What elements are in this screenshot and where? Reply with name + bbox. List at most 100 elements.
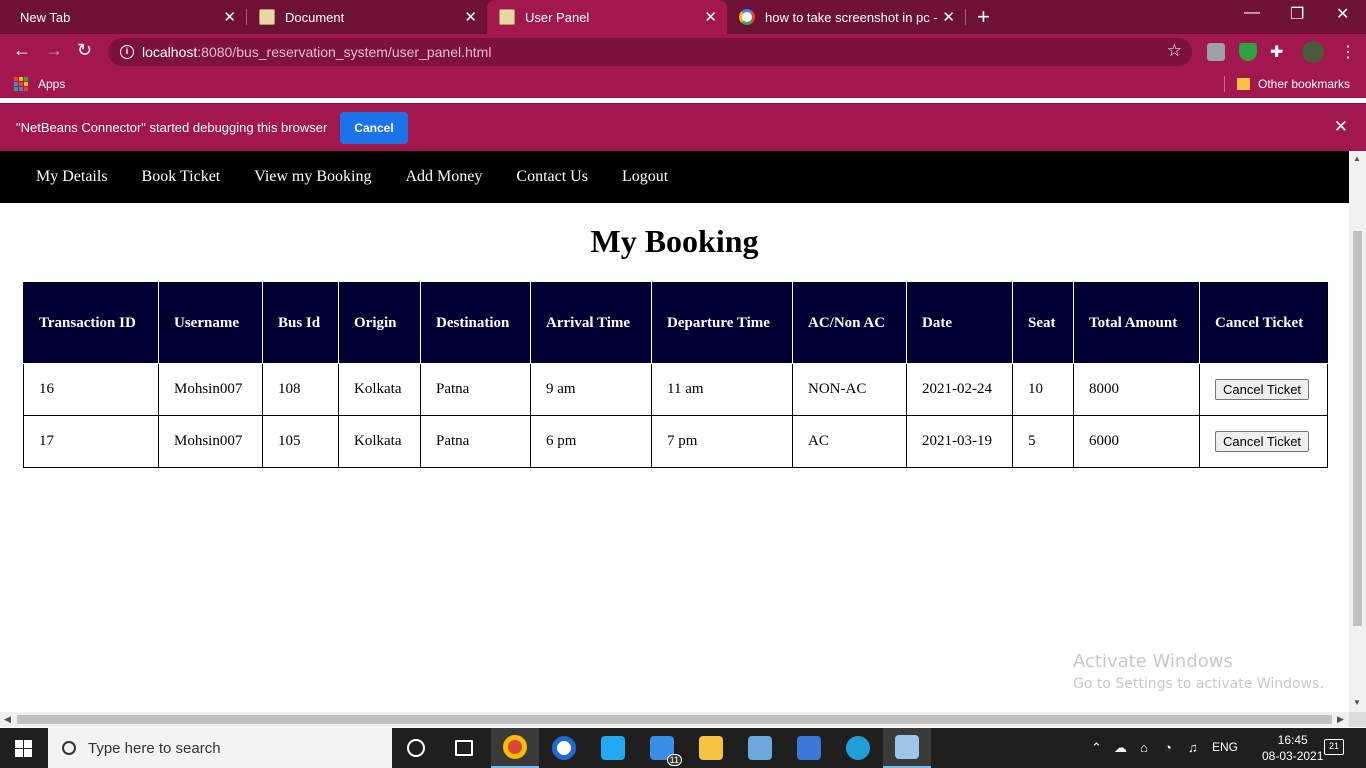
clock[interactable]: 16:45 08-03-2021 bbox=[1262, 732, 1323, 764]
search-placeholder: Type here to search bbox=[88, 739, 221, 757]
tab-divider bbox=[965, 9, 966, 25]
column-header: Date bbox=[906, 282, 1013, 364]
close-icon[interactable]: ✕ bbox=[942, 8, 955, 26]
close-icon[interactable]: ✕ bbox=[704, 8, 717, 26]
scroll-up-icon[interactable]: ▲ bbox=[1353, 154, 1361, 163]
restore-icon[interactable]: ❐ bbox=[1290, 4, 1304, 24]
arrival-time-cell: 6 pm bbox=[530, 415, 652, 468]
wifi-icon[interactable]: ◔ bbox=[1164, 740, 1172, 755]
menu-dots-icon[interactable]: ⋮ bbox=[1340, 42, 1356, 62]
bookmark-apps[interactable]: Apps bbox=[38, 77, 65, 91]
infobar-close-icon[interactable]: ✕ bbox=[1334, 117, 1348, 137]
task-view-icon[interactable] bbox=[440, 728, 488, 768]
bookmark-star-icon[interactable]: ☆ bbox=[1167, 41, 1182, 61]
extensions-puzzle-icon[interactable]: ✚ bbox=[1270, 42, 1283, 62]
table-header-row: Transaction ID Username Bus Id Origin De… bbox=[23, 282, 1328, 364]
cancel-ticket-button[interactable]: Cancel Ticket bbox=[1215, 431, 1310, 452]
language-indicator[interactable]: ENG bbox=[1212, 740, 1238, 754]
notification-icon[interactable]: 21 bbox=[1324, 739, 1344, 755]
windows-taskbar: Type here to search 11 ⌃ ☁ ⌂ ◔ ♫ ENG 16:… bbox=[0, 728, 1366, 768]
seat-cell: 5 bbox=[1012, 415, 1074, 468]
scroll-right-icon[interactable]: ▶ bbox=[1337, 714, 1344, 725]
nav-add-money[interactable]: Add Money bbox=[389, 168, 500, 186]
column-header: Seat bbox=[1012, 282, 1074, 364]
column-header: Bus Id bbox=[262, 282, 339, 364]
folder-icon bbox=[1237, 78, 1250, 90]
horizontal-scroll-thumb[interactable] bbox=[17, 715, 1332, 724]
bookmarks-bar: Apps Other bookmarks bbox=[0, 70, 1366, 98]
scroll-left-icon[interactable]: ◀ bbox=[4, 714, 11, 725]
tab-user-panel[interactable]: User Panel ✕ bbox=[487, 0, 727, 34]
table-row: 16 Mohsin007 108 Kolkata Patna 9 am 11 a… bbox=[23, 363, 1328, 416]
scroll-down-icon[interactable]: ▼ bbox=[1353, 698, 1361, 707]
app-taskbar-icon[interactable] bbox=[540, 728, 588, 768]
departure-time-cell: 7 pm bbox=[651, 415, 793, 468]
table-row: 17 Mohsin007 105 Kolkata Patna 6 pm 7 pm… bbox=[23, 415, 1328, 468]
tab-title: User Panel bbox=[525, 9, 590, 25]
chrome-taskbar-icon[interactable] bbox=[491, 728, 539, 768]
other-bookmarks[interactable]: Other bookmarks bbox=[1258, 77, 1350, 91]
ac-type-cell: NON-AC bbox=[792, 363, 907, 416]
tab-google-search[interactable]: how to take screenshot in pc - Go ✕ bbox=[727, 0, 965, 34]
url-host: localhost bbox=[142, 44, 198, 60]
back-arrow-icon[interactable]: ← bbox=[13, 40, 31, 61]
bookmark-divider bbox=[1224, 76, 1225, 92]
column-header: Origin bbox=[338, 282, 421, 364]
tab-new-tab[interactable]: New Tab ✕ bbox=[0, 0, 246, 34]
vertical-scrollbar[interactable]: ▲ ▼ bbox=[1349, 151, 1366, 712]
column-header: Cancel Ticket bbox=[1199, 282, 1328, 364]
devc-taskbar-icon[interactable] bbox=[785, 728, 833, 768]
address-bar[interactable]: i localhost:8080/bus_reservation_system/… bbox=[108, 38, 1192, 66]
bookings-table: Transaction ID Username Bus Id Origin De… bbox=[23, 282, 1328, 468]
shield-extension-icon[interactable] bbox=[1239, 43, 1257, 61]
extension-cube-icon[interactable] bbox=[1207, 43, 1225, 61]
bus-id-cell: 105 bbox=[262, 415, 339, 468]
cancel-ticket-cell: Cancel Ticket bbox=[1199, 363, 1328, 416]
cancel-ticket-button[interactable]: Cancel Ticket bbox=[1215, 379, 1310, 400]
column-header: AC/Non AC bbox=[792, 282, 907, 364]
nav-logout[interactable]: Logout bbox=[605, 168, 685, 186]
clock-time: 16:45 bbox=[1277, 733, 1308, 747]
total-amount-cell: 8000 bbox=[1073, 363, 1200, 416]
app-taskbar-icon[interactable] bbox=[883, 728, 931, 768]
site-info-icon[interactable]: i bbox=[120, 45, 134, 59]
origin-cell: Kolkata bbox=[338, 363, 421, 416]
nav-contact-us[interactable]: Contact Us bbox=[499, 168, 605, 186]
file-explorer-icon[interactable] bbox=[687, 728, 735, 768]
ac-type-cell: AC bbox=[792, 415, 907, 468]
forward-arrow-icon[interactable]: → bbox=[45, 40, 63, 61]
mail-taskbar-icon[interactable]: 11 bbox=[638, 728, 686, 768]
horizontal-scrollbar[interactable]: ◀ ▶ bbox=[0, 712, 1349, 727]
departure-time-cell: 11 am bbox=[651, 363, 793, 416]
chevron-up-icon[interactable]: ⌃ bbox=[1091, 740, 1102, 756]
reload-icon[interactable]: ↻ bbox=[77, 40, 92, 61]
app-taskbar-icon[interactable] bbox=[736, 728, 784, 768]
volume-icon[interactable]: ♫ bbox=[1188, 740, 1198, 755]
network-icon[interactable]: ⌂ bbox=[1140, 740, 1148, 755]
vscode-taskbar-icon[interactable] bbox=[589, 728, 637, 768]
cortana-icon[interactable] bbox=[392, 728, 440, 768]
edge-taskbar-icon[interactable] bbox=[834, 728, 882, 768]
site-nav: My Details Book Ticket View my Booking A… bbox=[0, 151, 1349, 203]
window-close-icon[interactable]: ✕ bbox=[1336, 4, 1349, 24]
tab-document[interactable]: Document ✕ bbox=[247, 0, 487, 34]
profile-avatar-icon[interactable] bbox=[1302, 41, 1324, 63]
taskbar-search-box[interactable]: Type here to search bbox=[48, 728, 392, 768]
close-icon[interactable]: ✕ bbox=[464, 8, 477, 26]
nav-my-details[interactable]: My Details bbox=[19, 168, 125, 186]
windows-start-icon[interactable] bbox=[15, 740, 32, 757]
infobar-message: "NetBeans Connector" started debugging t… bbox=[16, 120, 328, 135]
page-title: My Booking bbox=[590, 223, 759, 259]
close-icon[interactable]: ✕ bbox=[223, 8, 236, 26]
arrival-time-cell: 9 am bbox=[530, 363, 652, 416]
nav-book-ticket[interactable]: Book Ticket bbox=[125, 168, 238, 186]
infobar-cancel-button[interactable]: Cancel bbox=[340, 112, 408, 144]
column-header: Username bbox=[158, 282, 263, 364]
minimize-icon[interactable]: — bbox=[1244, 4, 1260, 22]
cloud-icon[interactable]: ☁ bbox=[1114, 740, 1127, 756]
nav-view-my-booking[interactable]: View my Booking bbox=[237, 168, 388, 186]
username-cell: Mohsin007 bbox=[158, 415, 263, 468]
activate-windows-watermark: Activate Windows Go to Settings to activ… bbox=[1073, 651, 1324, 692]
vertical-scroll-thumb[interactable] bbox=[1353, 231, 1362, 626]
new-tab-plus-icon[interactable]: + bbox=[977, 4, 990, 30]
